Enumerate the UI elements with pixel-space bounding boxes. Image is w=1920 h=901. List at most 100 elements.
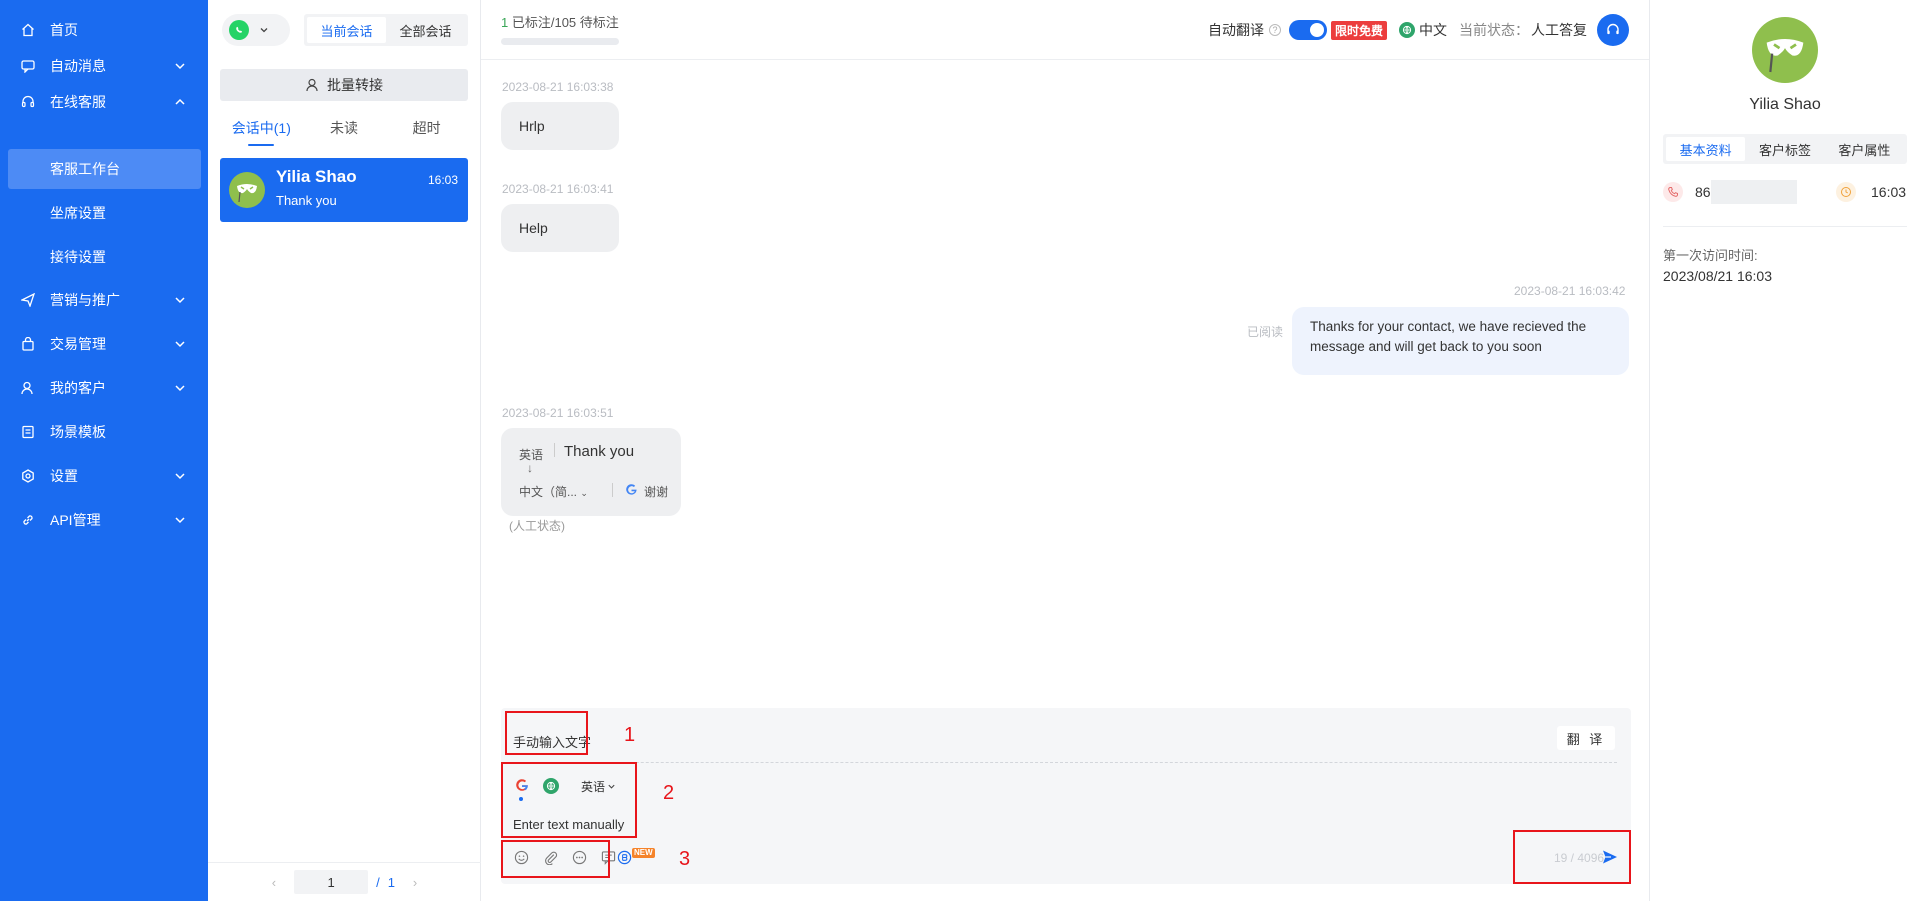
- next-page-icon[interactable]: ›: [413, 875, 417, 890]
- target-language-select[interactable]: 中文（简... ⌄: [519, 483, 588, 500]
- nav-home[interactable]: 首页: [0, 10, 208, 50]
- home-icon: [20, 22, 36, 38]
- arrow-down-icon: ↓: [527, 461, 533, 475]
- nav-sub-label: 坐席设置: [50, 205, 106, 221]
- mask-avatar-icon: [237, 184, 257, 203]
- conversation-preview: Thank you: [276, 193, 337, 208]
- conversation-name: Yilia Shao: [276, 167, 357, 186]
- annotation-box-4: [1513, 830, 1631, 884]
- prev-page-icon[interactable]: ‹: [272, 875, 276, 890]
- user-icon: [306, 78, 318, 92]
- tab-timeout[interactable]: 超时: [385, 118, 468, 148]
- nav-sub-seat-settings[interactable]: 坐席设置: [8, 193, 201, 233]
- divider: [612, 483, 613, 497]
- tab-customer-tags[interactable]: 客户标签: [1745, 137, 1824, 161]
- customer-phone: 86: [1695, 184, 1711, 200]
- chevron-down-icon: ⌄: [580, 488, 588, 498]
- auto-translate-label: 自动翻译: [1207, 22, 1264, 38]
- conversation-scope-switch: 当前会话 全部会话: [304, 14, 468, 46]
- message-bubble-incoming: Help: [501, 204, 619, 252]
- customer-name: Yilia Shao: [1749, 96, 1821, 113]
- first-visit-value: 2023/08/21 16:03: [1663, 268, 1772, 284]
- translated-message-bubble: 英语 Thank you ↓ 中文（简... ⌄ 谢谢: [501, 428, 681, 516]
- annotation-number-1: 1: [624, 724, 636, 746]
- help-icon[interactable]: ?: [1268, 24, 1281, 36]
- tab-customer-attributes[interactable]: 客户属性: [1825, 137, 1904, 161]
- phone-redaction: [1711, 180, 1797, 204]
- headset-icon: [20, 94, 36, 110]
- first-visit-label: 第一次访问时间:: [1663, 248, 1758, 263]
- nav-api[interactable]: API管理: [0, 500, 208, 540]
- google-translate-icon: [625, 483, 638, 501]
- chat-panel: 1 已标注/105 待标注 自动翻译 ? 限时免费 中文 当前状态： 人工答复 …: [481, 0, 1668, 901]
- language-value[interactable]: 中文: [1419, 20, 1447, 40]
- chevron-down-icon: [175, 473, 185, 480]
- channel-selector[interactable]: [222, 14, 290, 46]
- promo-badge: 限时免费: [1330, 20, 1387, 40]
- language-globe-icon: [1399, 22, 1415, 38]
- annotation-box-1: [505, 711, 588, 755]
- tag-progress-bar: [501, 38, 619, 45]
- agent-mode-button[interactable]: [1597, 14, 1629, 46]
- nav-sub-agent-workbench[interactable]: 客服工作台: [8, 149, 201, 189]
- tab-unread[interactable]: 未读: [303, 118, 386, 148]
- nav-label: 设置: [50, 468, 78, 484]
- nav-templates[interactable]: 场景模板: [0, 412, 208, 452]
- translate-button[interactable]: 翻 译: [1557, 726, 1615, 750]
- tag-stat: 1 已标注/105 待标注: [501, 12, 619, 31]
- target-language: 中文（简...: [519, 485, 578, 499]
- status-tabs: 会话中(1) 未读 超时: [220, 118, 468, 148]
- tab-current-conversations[interactable]: 当前会话: [307, 17, 386, 43]
- divider: [554, 443, 555, 457]
- status-label: 当前状态：: [1459, 22, 1529, 38]
- nav-label: API管理: [50, 512, 101, 528]
- tab-in-session[interactable]: 会话中(1): [220, 118, 303, 148]
- nav-customers[interactable]: 我的客户: [0, 368, 208, 408]
- nav-label: 自动消息: [50, 58, 106, 74]
- phone-icon: [1663, 182, 1683, 202]
- nav-sub-reception-settings[interactable]: 接待设置: [8, 237, 201, 277]
- customer-panel: Yilia Shao 基本资料 客户标签 客户属性 86 16:03 第一次访问…: [1649, 0, 1920, 901]
- pagination: ‹ / 1 ›: [208, 862, 481, 901]
- message-time: 2023-08-21 16:03:41: [502, 182, 614, 196]
- chevron-down-icon: [175, 63, 185, 70]
- nav-trade[interactable]: 交易管理: [0, 324, 208, 364]
- composer-divider: [511, 762, 1617, 763]
- nav-auto-message[interactable]: 自动消息: [0, 46, 208, 86]
- annotation-box-3: [501, 840, 610, 878]
- nav-label: 场景模板: [50, 424, 106, 440]
- chevron-down-icon: [175, 341, 185, 348]
- message-input[interactable]: [513, 814, 1513, 834]
- mask-avatar-icon: [1766, 39, 1804, 73]
- divider: [1663, 226, 1907, 227]
- tab-basic-info[interactable]: 基本资料: [1666, 137, 1746, 161]
- batch-transfer-button[interactable]: 批量转接: [220, 69, 468, 101]
- customer-avatar: [1752, 17, 1818, 83]
- conversation-list-panel: 当前会话 全部会话 批量转接 会话中(1) 未读 超时 Yilia Shao T…: [208, 0, 481, 901]
- nav-marketing[interactable]: 营销与推广: [0, 280, 208, 320]
- auto-translate-toggle[interactable]: [1288, 20, 1327, 40]
- tab-all-conversations[interactable]: 全部会话: [386, 17, 465, 43]
- annotation-number-2: 2: [663, 782, 675, 804]
- customer-time: 16:03: [1871, 184, 1907, 200]
- tag-count: 1: [501, 15, 509, 30]
- chevron-down-icon: [175, 517, 185, 524]
- nav-settings[interactable]: 设置: [0, 456, 208, 496]
- header-controls: 自动翻译 ? 限时免费 中文 当前状态： 人工答复: [1208, 14, 1629, 46]
- chevron-down-icon: [260, 28, 268, 33]
- ai-assistant-icon[interactable]: [615, 848, 633, 866]
- conversation-item[interactable]: Yilia Shao Thank you 16:03: [220, 158, 468, 222]
- annotation-box-2: [501, 762, 637, 838]
- message-bubble-outgoing: Thanks for your contact, we have recieve…: [1292, 307, 1629, 375]
- message-text-line: Thanks for your contact, we have recieve…: [1310, 319, 1587, 334]
- customer-icon: [20, 380, 36, 396]
- message-time: 2023-08-21 16:03:42: [1514, 284, 1626, 298]
- page-input[interactable]: [294, 870, 369, 894]
- template-icon: [20, 424, 36, 440]
- bag-icon: [20, 336, 36, 352]
- nav-label: 交易管理: [50, 336, 106, 352]
- message-text-line: message and will get back to you soon: [1310, 339, 1542, 354]
- nav-online-service[interactable]: 在线客服: [0, 82, 208, 122]
- headset-icon: [1607, 23, 1619, 35]
- avatar: [229, 172, 265, 208]
